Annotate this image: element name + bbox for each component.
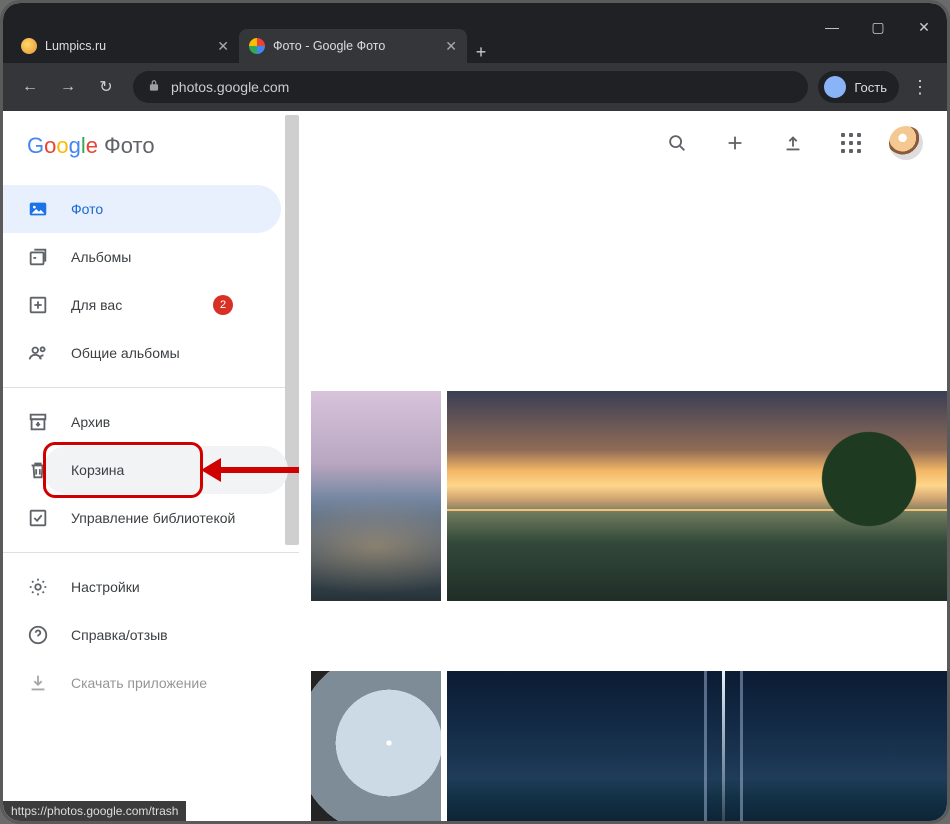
- photos-icon: [27, 198, 49, 220]
- new-tab-button[interactable]: +: [467, 42, 495, 63]
- albums-icon: [27, 246, 49, 268]
- sharing-icon: [27, 342, 49, 364]
- sidebar-item-label: Скачать приложение: [71, 675, 207, 691]
- nav-reload-button[interactable]: ↻: [89, 70, 123, 104]
- profile-chip[interactable]: Гость: [818, 71, 899, 103]
- status-bar-url: https://photos.google.com/trash: [3, 801, 186, 821]
- page-content: Google Фото Фото Альбомы Для вас 2 Общие…: [3, 111, 947, 821]
- omnibox[interactable]: photos.google.com: [133, 71, 808, 103]
- photo-row-2: [311, 671, 947, 821]
- window-maximize-button[interactable]: ▢: [855, 9, 901, 45]
- sidebar-item-utilities[interactable]: Управление библиотекой: [3, 494, 281, 542]
- window-controls: — ▢ ✕: [809, 9, 947, 45]
- favicon-icon: [249, 38, 265, 54]
- search-button[interactable]: [657, 123, 697, 163]
- window-minimize-button[interactable]: —: [809, 9, 855, 45]
- sidebar-item-for-you[interactable]: Для вас 2: [3, 281, 281, 329]
- divider: [3, 387, 299, 388]
- photo-row-1: [311, 391, 947, 601]
- sidebar-scrollbar[interactable]: [285, 115, 299, 565]
- browser-tab-lumpics[interactable]: Lumpics.ru ✕: [11, 29, 239, 63]
- help-icon: [27, 624, 49, 646]
- sidebar-item-settings[interactable]: Настройки: [3, 563, 281, 611]
- photo-thumbnail[interactable]: [311, 671, 441, 821]
- notification-badge: 2: [213, 295, 233, 315]
- sidebar-item-archive[interactable]: Архив: [3, 398, 281, 446]
- close-tab-icon[interactable]: ✕: [445, 39, 457, 53]
- sidebar-item-photos[interactable]: Фото: [3, 185, 281, 233]
- sidebar-item-label: Настройки: [71, 579, 140, 595]
- sidebar-item-help[interactable]: Справка/отзыв: [3, 611, 281, 659]
- sidebar-item-sharing[interactable]: Общие альбомы: [3, 329, 281, 377]
- tab-title: Lumpics.ru: [45, 39, 106, 53]
- sidebar-item-label: Управление библиотекой: [71, 510, 235, 526]
- annotation-arrow: [201, 458, 299, 482]
- photo-thumbnail[interactable]: [311, 391, 441, 601]
- window-close-button[interactable]: ✕: [901, 9, 947, 45]
- for-you-icon: [27, 294, 49, 316]
- sidebar-item-download-app[interactable]: Скачать приложение: [3, 659, 281, 707]
- guest-avatar-icon: [824, 76, 846, 98]
- tab-title: Фото - Google Фото: [273, 39, 385, 53]
- browser-tab-strip: Lumpics.ru ✕ Фото - Google Фото ✕ + — ▢ …: [3, 19, 947, 63]
- app-logo[interactable]: Google Фото: [3, 111, 299, 177]
- sidebar-item-label: Альбомы: [71, 249, 131, 265]
- sidebar-item-label: Общие альбомы: [71, 345, 180, 361]
- sidebar-item-label: Справка/отзыв: [71, 627, 168, 643]
- google-apps-button[interactable]: [831, 123, 871, 163]
- create-button[interactable]: [715, 123, 755, 163]
- nav-forward-button[interactable]: →: [51, 70, 85, 104]
- header-actions: [633, 111, 947, 175]
- profile-label: Гость: [854, 80, 887, 95]
- download-icon: [27, 672, 49, 694]
- upload-button[interactable]: [773, 123, 813, 163]
- gear-icon: [27, 576, 49, 598]
- main-panel: [299, 111, 947, 821]
- account-avatar[interactable]: [889, 126, 923, 160]
- omnibox-url: photos.google.com: [171, 79, 289, 95]
- browser-tab-google-photos[interactable]: Фото - Google Фото ✕: [239, 29, 467, 63]
- favicon-icon: [21, 38, 37, 54]
- trash-icon: [27, 459, 49, 481]
- google-logo-icon: Google: [27, 133, 98, 159]
- address-bar: ← → ↻ photos.google.com Гость ⋮: [3, 63, 947, 111]
- sidebar-item-label: Архив: [71, 414, 110, 430]
- photo-thumbnail[interactable]: [447, 671, 947, 821]
- nav-back-button[interactable]: ←: [13, 70, 47, 104]
- close-tab-icon[interactable]: ✕: [217, 39, 229, 53]
- archive-icon: [27, 411, 49, 433]
- apps-grid-icon: [841, 133, 861, 153]
- photo-thumbnail[interactable]: [447, 391, 947, 601]
- divider: [3, 552, 299, 553]
- window-frame: Lumpics.ru ✕ Фото - Google Фото ✕ + — ▢ …: [0, 0, 950, 824]
- sidebar-item-label: Корзина: [71, 462, 124, 478]
- sidebar-item-albums[interactable]: Альбомы: [3, 233, 281, 281]
- sidebar: Google Фото Фото Альбомы Для вас 2 Общие…: [3, 111, 299, 821]
- sidebar-item-label: Для вас: [71, 297, 122, 313]
- lock-icon: [147, 79, 161, 96]
- browser-menu-button[interactable]: ⋮: [903, 77, 937, 98]
- app-name: Фото: [104, 133, 155, 159]
- os-titlebar: [3, 3, 947, 19]
- utilities-icon: [27, 507, 49, 529]
- sidebar-item-label: Фото: [71, 201, 103, 217]
